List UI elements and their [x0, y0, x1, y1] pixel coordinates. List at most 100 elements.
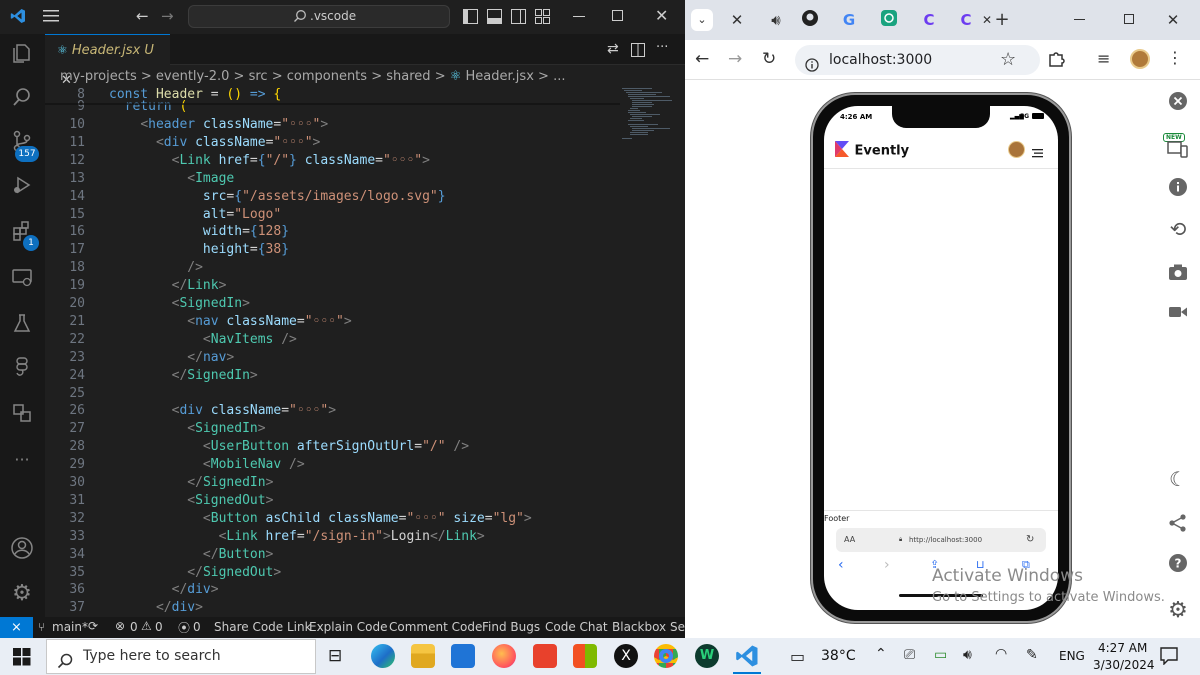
back-arrow-icon[interactable]: ← — [136, 7, 149, 25]
code-line[interactable]: <UserButton afterSignOutUrl="/" /> — [109, 439, 469, 454]
code-line[interactable]: </SignedIn> — [109, 475, 273, 490]
screenshot-camera-icon[interactable] — [1166, 263, 1190, 287]
clock-time[interactable]: 4:27 AM — [1098, 641, 1147, 655]
chrome-menu-icon[interactable]: ⋮ — [1167, 48, 1183, 67]
comment-code[interactable]: Comment Code — [389, 620, 482, 634]
wifi-icon[interactable]: ◠ — [995, 646, 1007, 662]
breadcrumb-item[interactable]: Header.jsx — [466, 69, 534, 84]
code-line[interactable]: </Link> — [109, 278, 227, 293]
code-line[interactable]: <nav className="◦◦◦"> — [109, 314, 351, 329]
breadcrumb-item[interactable]: my-projects — [60, 69, 137, 84]
code-line[interactable]: <SignedOut> — [109, 493, 273, 508]
code-line[interactable]: </div> — [109, 582, 219, 597]
code-line[interactable]: width={128} — [109, 224, 289, 239]
app-w-icon[interactable]: W — [695, 644, 719, 668]
tab-audio-icon[interactable]: 🔊︎ — [765, 9, 787, 31]
code-line[interactable]: return ( — [109, 99, 188, 114]
code-line[interactable]: <div className="◦◦◦"> — [109, 403, 336, 418]
safari-reload-icon[interactable]: ↻ — [1026, 528, 1034, 552]
tab-search-chevron-icon[interactable]: ⌄ — [691, 9, 713, 31]
split-editor-icon[interactable] — [631, 42, 645, 61]
code-line[interactable]: <header className="◦◦◦"> — [109, 117, 328, 132]
close-icon[interactable]: ✕ — [1162, 9, 1184, 31]
media-controls-icon[interactable]: ≡ — [1097, 49, 1110, 68]
ports-count[interactable]: 0 — [193, 620, 201, 634]
close-icon[interactable]: ✕ — [655, 6, 668, 25]
code-line[interactable]: <Link href={"/"} className="◦◦◦"> — [109, 153, 430, 168]
warnings-count[interactable]: 0 — [155, 620, 163, 634]
run-debug-icon[interactable] — [8, 174, 36, 202]
record-video-icon[interactable] — [1166, 303, 1190, 327]
tab-google-icon[interactable]: G — [838, 9, 860, 31]
code-line[interactable]: </nav> — [109, 350, 234, 365]
explorer-icon[interactable] — [8, 42, 36, 70]
code-line[interactable]: <div className="◦◦◦"> — [109, 135, 320, 150]
sync-icon[interactable]: ⟳ — [88, 619, 98, 633]
explain-code[interactable]: Explain Code — [309, 620, 387, 634]
breadcrumb-item[interactable]: src — [249, 69, 268, 84]
code-editor[interactable]: 8 const Header = () => {9 return (10 <hea… — [45, 87, 620, 617]
search-icon[interactable] — [8, 86, 36, 114]
forward-arrow-icon[interactable]: → — [161, 7, 174, 25]
mail-icon[interactable] — [451, 644, 475, 668]
account-icon[interactable] — [8, 536, 36, 564]
reader-aa[interactable]: AA — [844, 528, 855, 552]
breadcrumb-item[interactable]: evently-2.0 — [156, 69, 229, 84]
user-avatar[interactable] — [1008, 141, 1025, 158]
tab-chatgpt-icon[interactable] — [878, 9, 900, 31]
toggle-primary-sidebar-icon[interactable] — [463, 9, 478, 28]
bookmark-star-icon[interactable]: ☆ — [1000, 45, 1016, 75]
share-code-link[interactable]: Share Code Link — [214, 620, 312, 634]
forward-arrow-icon[interactable]: → — [728, 49, 742, 69]
settings-gear-icon[interactable]: ⚙ — [8, 580, 36, 608]
tab-app-icon[interactable]: C — [918, 9, 940, 31]
code-line[interactable]: src={"/assets/images/logo.svg"} — [109, 189, 446, 204]
compare-changes-icon[interactable]: ⇄ — [607, 41, 619, 57]
input-language[interactable]: ENG — [1059, 649, 1085, 663]
code-line[interactable]: /> — [109, 260, 203, 275]
blackbox[interactable]: Blackbox — [612, 620, 666, 634]
safari-address-bar[interactable]: AA 🔒︎ http://localhost:3000 ↻ — [836, 528, 1046, 552]
more-dots-icon[interactable]: ··· — [8, 446, 36, 474]
maximize-icon[interactable] — [1124, 14, 1134, 24]
edge-icon[interactable] — [371, 644, 395, 668]
branch-name[interactable]: main* — [52, 620, 88, 634]
code-line[interactable]: </SignedOut> — [109, 565, 281, 580]
figma-icon[interactable] — [8, 356, 36, 384]
safari-back-icon[interactable]: ‹ — [838, 557, 844, 573]
profile-avatar[interactable] — [1130, 49, 1150, 69]
live-share-icon[interactable] — [8, 402, 36, 430]
code-line[interactable]: </Button> — [109, 547, 273, 562]
toggle-panel-icon[interactable] — [487, 9, 502, 28]
file-explorer-icon[interactable] — [411, 644, 435, 668]
command-center-search[interactable]: .vscode — [188, 5, 450, 28]
battery-icon[interactable]: ▭ — [934, 647, 947, 663]
remote-explorer-icon[interactable] — [8, 266, 36, 294]
more-actions-icon[interactable]: ··· — [656, 40, 668, 55]
help-icon[interactable]: ? — [1166, 553, 1190, 577]
microsoft-store-icon[interactable] — [573, 644, 597, 668]
info-icon[interactable] — [1166, 177, 1190, 201]
tab-github-icon[interactable] — [799, 9, 821, 31]
windows-start-icon[interactable] — [13, 648, 31, 670]
code-line[interactable]: <SignedIn> — [109, 421, 265, 436]
breadcrumb-item[interactable]: ... — [553, 69, 565, 84]
chrome-icon[interactable] — [654, 644, 678, 668]
device-mode-icon[interactable] — [1166, 139, 1190, 163]
code-line[interactable]: <Button asChild className="◦◦◦" size="lg… — [109, 511, 532, 526]
extensions-puzzle-icon[interactable] — [1047, 50, 1065, 72]
code-line[interactable]: <NavItems /> — [109, 332, 297, 347]
minimap[interactable] — [620, 87, 685, 187]
code-line[interactable]: <SignedIn> — [109, 296, 250, 311]
speaker-icon[interactable]: 🔊︎ — [963, 647, 972, 663]
reload-icon[interactable]: ↻ — [762, 49, 776, 69]
task-view-icon[interactable]: ⊟ — [328, 646, 342, 666]
code-line[interactable]: </div> — [109, 600, 203, 615]
settings-gear-icon[interactable]: ⚙ — [1166, 599, 1190, 623]
back-arrow-icon[interactable]: ← — [695, 49, 709, 69]
customize-layout-icon[interactable] — [535, 9, 550, 28]
wps-office-icon[interactable] — [533, 644, 557, 668]
address-bar[interactable]: localhost:3000 ☆ — [795, 45, 1040, 75]
breadcrumb-item[interactable]: components — [287, 69, 367, 84]
status-item-cut[interactable]: Se — [670, 620, 685, 634]
